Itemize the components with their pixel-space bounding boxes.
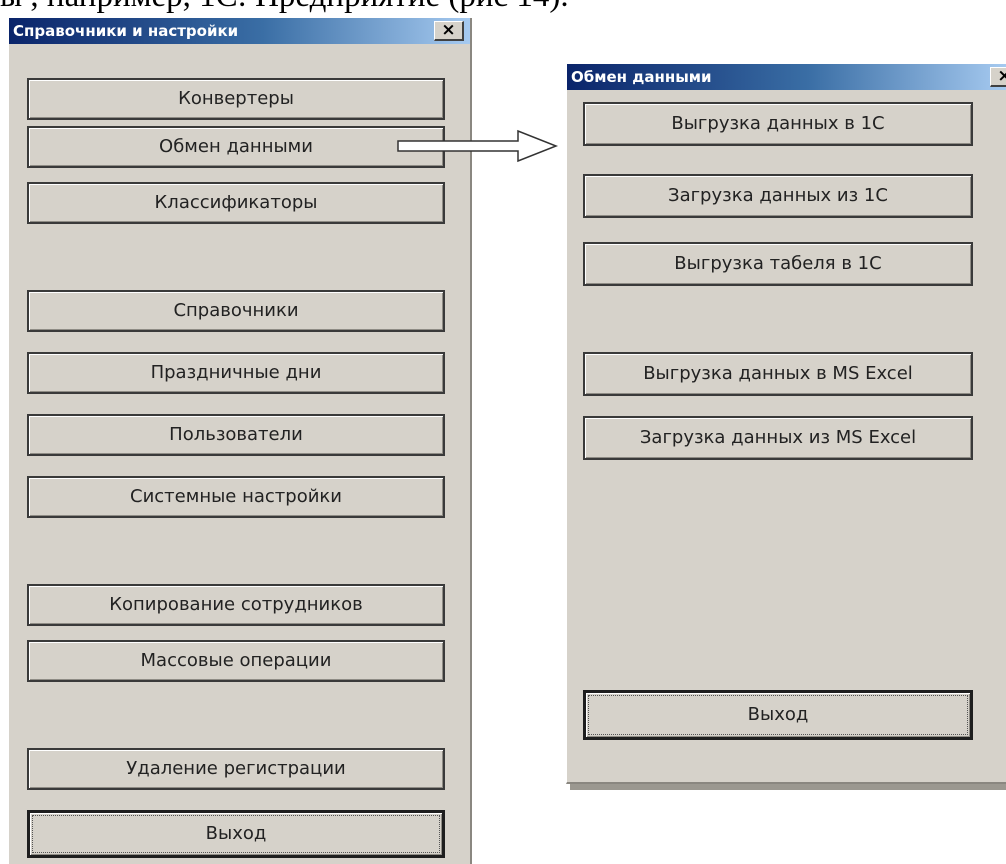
- system-settings-button[interactable]: Системные настройки: [27, 476, 445, 518]
- import-from-excel-button[interactable]: Загрузка данных из MS Excel: [583, 416, 973, 460]
- import-from-1c-button[interactable]: Загрузка данных из 1С: [583, 174, 973, 218]
- data-exchange-window-title: Обмен данными: [571, 68, 712, 86]
- exit-button[interactable]: Выход: [27, 810, 445, 858]
- document-text-line: ы , например, 1С: Предприятие (рис 14).: [0, 0, 1006, 18]
- close-icon: ×: [997, 66, 1006, 86]
- converters-button[interactable]: Конвертеры: [27, 78, 445, 120]
- classifiers-button[interactable]: Классификаторы: [27, 182, 445, 224]
- users-button[interactable]: Пользователи: [27, 414, 445, 456]
- holidays-button[interactable]: Праздничные дни: [27, 352, 445, 394]
- export-to-excel-button[interactable]: Выгрузка данных в MS Excel: [583, 352, 973, 396]
- delete-registration-button[interactable]: Удаление регистрации: [27, 748, 445, 790]
- settings-window-title: Справочники и настройки: [13, 22, 239, 40]
- data-exchange-button[interactable]: Обмен данными: [27, 126, 445, 168]
- data-exchange-window: Обмен данными × Выгрузка данных в 1С Заг…: [566, 64, 1006, 784]
- copy-employees-button[interactable]: Копирование сотрудников: [27, 584, 445, 626]
- export-to-1c-button[interactable]: Выгрузка данных в 1С: [583, 102, 973, 146]
- mass-operations-button[interactable]: Массовые операции: [27, 640, 445, 682]
- data-exchange-window-close-button[interactable]: ×: [990, 67, 1006, 87]
- arrow-right-icon: [397, 129, 559, 163]
- exchange-exit-button[interactable]: Выход: [583, 690, 973, 740]
- settings-window-titlebar[interactable]: Справочники и настройки ×: [9, 18, 470, 44]
- settings-window-close-button[interactable]: ×: [434, 21, 464, 41]
- export-timesheet-to-1c-button[interactable]: Выгрузка табеля в 1С: [583, 242, 973, 286]
- directories-button[interactable]: Справочники: [27, 290, 445, 332]
- close-icon: ×: [441, 20, 456, 40]
- data-exchange-window-titlebar[interactable]: Обмен данными ×: [567, 64, 1006, 90]
